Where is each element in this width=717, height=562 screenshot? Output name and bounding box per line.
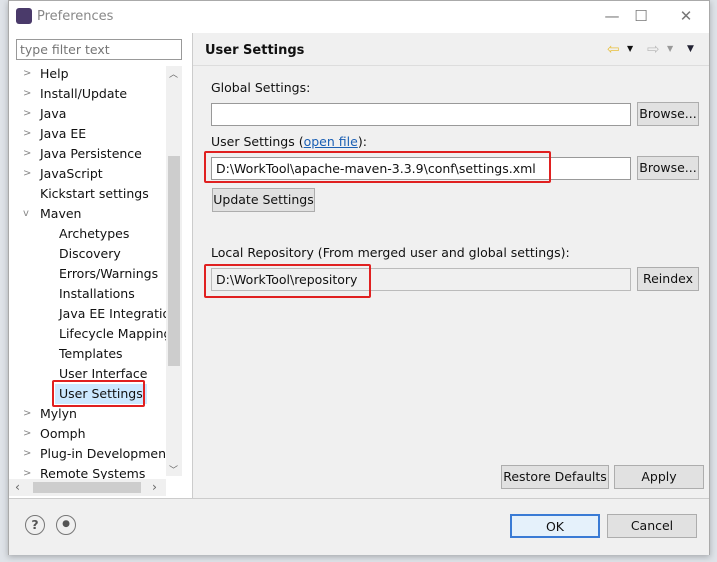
tree-item[interactable]: Help bbox=[40, 64, 69, 84]
sash[interactable] bbox=[192, 33, 193, 498]
tree-item[interactable]: Installations bbox=[59, 284, 135, 304]
collapsed-chevron-icon[interactable]: > bbox=[23, 168, 31, 179]
preference-tree-panel: > Help > Install/Update > Java > Java EE > Java P… bbox=[9, 33, 192, 498]
collapsed-chevron-icon[interactable]: > bbox=[23, 468, 31, 479]
scroll-right-icon[interactable]: › bbox=[152, 479, 157, 494]
collapsed-chevron-icon[interactable]: > bbox=[23, 148, 31, 159]
tree-item[interactable]: Maven bbox=[40, 204, 81, 224]
tree-item[interactable]: Templates bbox=[59, 344, 123, 364]
open-file-link[interactable]: open file bbox=[304, 134, 358, 149]
vertical-scroll-thumb[interactable] bbox=[168, 156, 180, 366]
tree-item[interactable]: Plug-in Development bbox=[40, 444, 171, 464]
window-title: Preferences bbox=[37, 9, 114, 24]
eclipse-icon bbox=[16, 8, 32, 24]
highlight-box bbox=[204, 151, 551, 183]
collapsed-chevron-icon[interactable]: > bbox=[23, 68, 31, 79]
horizontal-scroll-thumb[interactable] bbox=[33, 482, 141, 493]
global-settings-input[interactable] bbox=[211, 103, 631, 126]
scroll-left-icon[interactable]: ‹ bbox=[15, 479, 20, 494]
scroll-up-icon[interactable]: ︿ bbox=[169, 67, 178, 80]
tree-item[interactable]: Java EE Integration bbox=[59, 304, 178, 324]
view-menu-icon[interactable]: ▼ bbox=[687, 44, 694, 54]
reindex-button[interactable]: Reindex bbox=[637, 267, 699, 291]
help-icon[interactable]: ? bbox=[25, 515, 45, 535]
expanded-chevron-icon[interactable]: v bbox=[23, 208, 29, 219]
tree-item[interactable]: Errors/Warnings bbox=[59, 264, 158, 284]
scroll-down-icon[interactable]: ﹀ bbox=[169, 463, 178, 476]
title-bar: Preferences — ☐ ✕ bbox=[9, 1, 709, 33]
page-title: User Settings bbox=[205, 43, 305, 58]
back-arrow-icon[interactable]: ⇦ bbox=[607, 40, 620, 58]
global-browse-button[interactable]: Browse... bbox=[637, 102, 699, 126]
close-button[interactable]: ✕ bbox=[671, 5, 701, 27]
tree-item[interactable]: Install/Update bbox=[40, 84, 127, 104]
highlight-box bbox=[52, 380, 145, 407]
page-header: User Settings ⇦ ▼ ⇨ ▼ ▼ bbox=[193, 33, 709, 66]
collapsed-chevron-icon[interactable]: > bbox=[23, 108, 31, 119]
restore-defaults-button[interactable]: Restore Defaults bbox=[501, 465, 609, 489]
tree-item[interactable]: Kickstart settings bbox=[40, 184, 149, 204]
collapsed-chevron-icon[interactable]: > bbox=[23, 88, 31, 99]
tree-item[interactable]: JavaScript bbox=[40, 164, 103, 184]
collapsed-chevron-icon[interactable]: > bbox=[23, 128, 31, 139]
forward-menu-icon[interactable]: ▼ bbox=[667, 44, 673, 53]
collapsed-chevron-icon[interactable]: > bbox=[23, 428, 31, 439]
tree-item[interactable]: Archetypes bbox=[59, 224, 129, 244]
maximize-button[interactable]: ☐ bbox=[626, 5, 656, 27]
cancel-button[interactable]: Cancel bbox=[607, 514, 697, 538]
tree-item[interactable]: Java Persistence bbox=[40, 144, 142, 164]
global-settings-label: Global Settings: bbox=[211, 80, 311, 95]
forward-arrow-icon[interactable]: ⇨ bbox=[647, 40, 660, 58]
apply-button[interactable]: Apply bbox=[614, 465, 704, 489]
user-settings-label-text: User Settings ( bbox=[211, 134, 304, 149]
back-menu-icon[interactable]: ▼ bbox=[627, 44, 633, 53]
user-settings-label: User Settings (open file): bbox=[211, 134, 367, 149]
tree-item[interactable]: Mylyn bbox=[40, 404, 77, 424]
tree-item[interactable]: Java EE bbox=[40, 124, 86, 144]
collapsed-chevron-icon[interactable]: > bbox=[23, 408, 31, 419]
highlight-box bbox=[204, 264, 371, 298]
minimize-button[interactable]: — bbox=[597, 5, 627, 27]
user-settings-label-end: ): bbox=[357, 134, 367, 149]
tree-item[interactable]: Java bbox=[40, 104, 66, 124]
user-browse-button[interactable]: Browse... bbox=[637, 156, 699, 180]
preferences-dialog: Preferences — ☐ ✕ > Help > Install/Update > J… bbox=[8, 0, 710, 555]
collapsed-chevron-icon[interactable]: > bbox=[23, 448, 31, 459]
tree-item[interactable]: Lifecycle Mappings bbox=[59, 324, 178, 344]
tree-item[interactable]: Discovery bbox=[59, 244, 121, 264]
local-repository-label: Local Repository (From merged user and g… bbox=[211, 245, 570, 260]
button-bar: ? ● OK Cancel bbox=[9, 498, 709, 555]
record-icon[interactable]: ● bbox=[56, 515, 76, 535]
tree-item[interactable]: Oomph bbox=[40, 424, 86, 444]
ok-button[interactable]: OK bbox=[510, 514, 600, 538]
update-settings-button[interactable]: Update Settings bbox=[212, 188, 315, 212]
filter-input[interactable] bbox=[16, 39, 182, 60]
